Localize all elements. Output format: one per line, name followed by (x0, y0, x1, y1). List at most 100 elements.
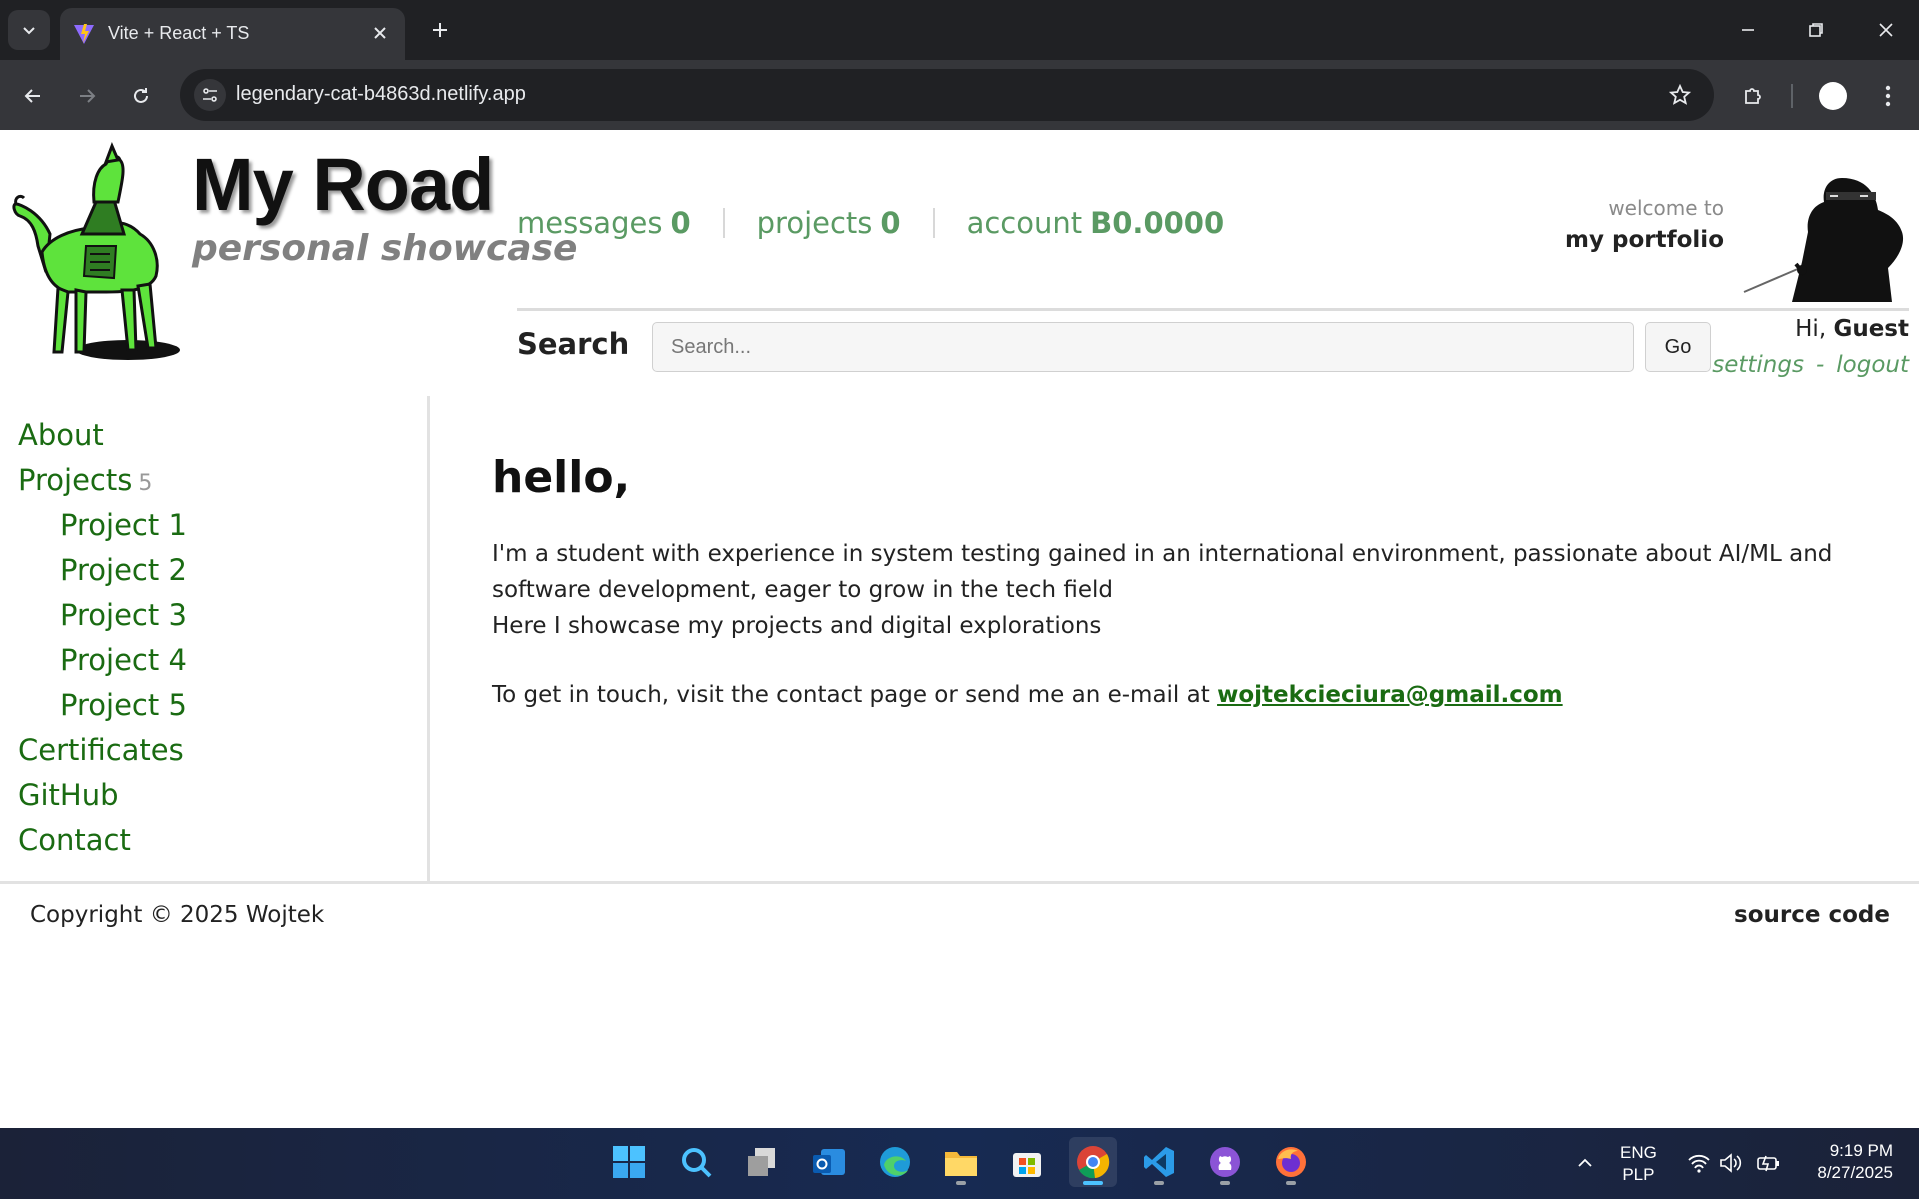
toolbar-divider (1791, 84, 1793, 108)
system-clock[interactable]: 9:19 PM 8/27/2025 (1817, 1140, 1893, 1184)
new-tab-button[interactable] (424, 14, 456, 46)
browser-tab[interactable]: Vite + React + TS (60, 8, 405, 60)
taskbar-app-outlook[interactable] (805, 1137, 853, 1187)
account-label: account (966, 206, 1083, 240)
chevron-down-icon (23, 27, 35, 35)
sidebar-item-project-1[interactable]: Project 1 (60, 508, 187, 542)
reload-button[interactable] (121, 76, 161, 116)
vscode-icon (1144, 1147, 1174, 1177)
store-icon (1013, 1153, 1041, 1177)
site-info-icon[interactable] (194, 79, 226, 111)
messages-count: 0 (670, 206, 691, 240)
taskbar-app-chrome[interactable] (1069, 1137, 1117, 1187)
taskbar-app-github-desktop[interactable] (1201, 1137, 1249, 1187)
welcome-title: my portfolio (1565, 227, 1724, 253)
show-hidden-icons-button[interactable] (1570, 1148, 1600, 1178)
sidebar-item-project-5[interactable]: Project 5 (60, 688, 187, 722)
sidebar-item-project-2[interactable]: Project 2 (60, 553, 187, 587)
sidebar-item-project-4[interactable]: Project 4 (60, 643, 187, 677)
running-indicator (1083, 1181, 1103, 1185)
clock-time: 9:19 PM (1829, 1141, 1893, 1160)
taskbar-app-file-explorer[interactable] (937, 1137, 985, 1187)
close-icon (1879, 23, 1893, 37)
volume-icon[interactable] (1718, 1150, 1744, 1176)
taskbar-app-store[interactable] (1003, 1137, 1051, 1187)
tab-title: Vite + React + TS (108, 23, 250, 43)
intro-text: I'm a student with experience in system … (492, 536, 1872, 644)
search-go-button[interactable]: Go (1645, 322, 1711, 372)
battery-icon[interactable] (1756, 1150, 1782, 1176)
restore-button[interactable] (1790, 8, 1842, 52)
search-input[interactable] (652, 322, 1634, 372)
taskbar-app-edge[interactable] (871, 1137, 919, 1187)
reload-icon (134, 88, 148, 103)
address-bar[interactable]: legendary-cat-b4863d.netlify.app (180, 69, 1714, 121)
user-name: Guest (1833, 316, 1909, 342)
forward-button[interactable] (67, 76, 107, 116)
account-value: B0.0000 (1090, 206, 1225, 240)
intro-paragraph: Here I showcase my projects and digital … (492, 613, 1102, 639)
search-icon (682, 1148, 712, 1178)
start-button[interactable] (605, 1137, 653, 1187)
running-indicator (1286, 1181, 1296, 1185)
contact-text: To get in touch, visit the contact page … (492, 682, 1563, 708)
taskbar-app-vscode[interactable] (1135, 1137, 1183, 1187)
sidebar-item-project-3[interactable]: Project 3 (60, 598, 187, 632)
settings-link[interactable]: settings (1712, 352, 1804, 378)
footer-divider (0, 881, 1919, 884)
source-code-link[interactable]: source code (1734, 902, 1890, 928)
messages-stat[interactable]: messages 0 (517, 206, 691, 240)
close-tab-icon[interactable] (369, 22, 391, 44)
sidebar-item-contact[interactable]: Contact (18, 823, 131, 857)
bookmark-star-icon[interactable] (1666, 81, 1694, 109)
arrow-left-icon (24, 89, 40, 103)
web-page: My Road personal showcase messages 0 pro… (0, 130, 1919, 1128)
user-links: settings - logout (1712, 352, 1909, 378)
welcome-label: welcome to (1608, 196, 1724, 220)
wifi-icon[interactable] (1686, 1150, 1712, 1176)
profile-button[interactable] (1813, 76, 1853, 116)
taskbar-search-button[interactable] (672, 1137, 720, 1187)
folder-icon (945, 1152, 977, 1176)
language-code: ENG (1620, 1143, 1657, 1162)
chevron-up-icon (1578, 1158, 1592, 1167)
keyboard-layout: PLP (1622, 1165, 1655, 1184)
browser-toolbar: legendary-cat-b4863d.netlify.app (0, 60, 1919, 130)
taskbar-app-firefox[interactable] (1267, 1137, 1315, 1187)
stat-divider (932, 208, 935, 238)
url-text[interactable]: legendary-cat-b4863d.netlify.app (236, 83, 526, 106)
task-view-icon (748, 1148, 775, 1176)
logout-link[interactable]: logout (1836, 352, 1909, 378)
minimize-button[interactable] (1722, 8, 1774, 52)
restore-icon (1809, 23, 1823, 37)
projects-stat[interactable]: projects 0 (757, 206, 901, 240)
site-title[interactable]: My Road (192, 142, 494, 227)
messages-label: messages (517, 206, 663, 240)
sidebar-item-projects[interactable]: Projects 5 (18, 463, 152, 497)
sidebar-item-label: Projects (18, 463, 133, 497)
edge-icon (880, 1147, 910, 1177)
windows-taskbar: ENG PLP 9:19 PM 8/27/2025 (0, 1128, 1919, 1199)
stat-divider (722, 208, 725, 238)
email-link[interactable]: wojtekcieciura@gmail.com (1217, 682, 1563, 708)
browser-menu-button[interactable] (1868, 76, 1908, 116)
extensions-button[interactable] (1734, 76, 1774, 116)
input-language-indicator[interactable]: ENG PLP (1620, 1142, 1657, 1186)
zorro-avatar-icon (1743, 178, 1904, 302)
account-stat[interactable]: account B0.0000 (967, 206, 1225, 240)
close-window-button[interactable] (1860, 8, 1912, 52)
arrow-right-icon (80, 89, 96, 103)
copyright-text: Copyright © 2025 Wojtek (30, 902, 325, 928)
camel-logo-icon (12, 142, 180, 360)
back-button[interactable] (13, 76, 53, 116)
sidebar-item-github[interactable]: GitHub (18, 778, 119, 812)
projects-count: 0 (880, 206, 901, 240)
sidebar-item-certificates[interactable]: Certificates (18, 733, 184, 767)
tab-search-button[interactable] (8, 10, 50, 50)
outlook-icon (813, 1149, 845, 1175)
sidebar-item-about[interactable]: About (18, 418, 104, 452)
task-view-button[interactable] (738, 1137, 786, 1187)
windows-logo-icon (613, 1146, 645, 1178)
browser-tab-bar: Vite + React + TS (0, 0, 1919, 60)
stats-bar: messages 0 projects 0 account B0.0000 (517, 206, 1224, 240)
